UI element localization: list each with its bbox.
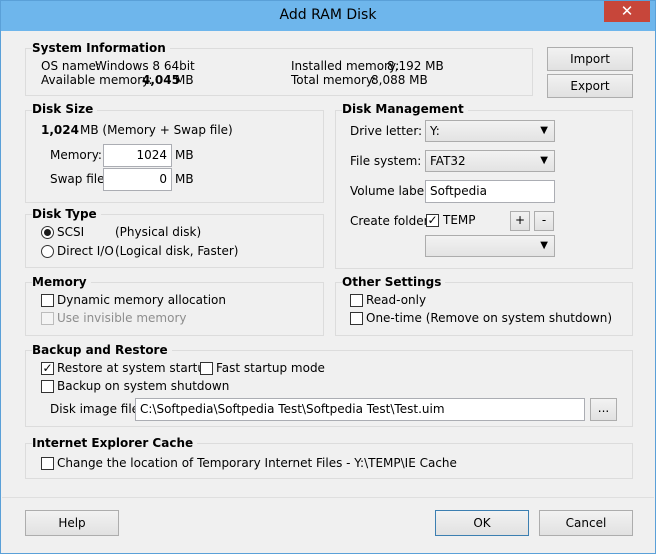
disk-type-title: Disk Type [32, 207, 101, 221]
volume-label-label: Volume label: [350, 184, 432, 198]
scsi-radio-label: SCSI [57, 225, 85, 239]
help-button[interactable]: Help [25, 510, 119, 536]
invisible-memory-label: Use invisible memory [57, 311, 187, 325]
backup-shutdown-label: Backup on system shutdown [57, 379, 230, 393]
drive-letter-value: Y: [430, 124, 440, 138]
direct-io-radio-label: Direct I/O [57, 244, 114, 258]
folder-select[interactable]: ▼ [425, 235, 555, 257]
ie-cache-checkbox[interactable] [41, 457, 54, 470]
available-memory-unit: MB [175, 73, 194, 87]
swap-file-label: Swap file: [50, 172, 109, 186]
dynamic-memory-label: Dynamic memory allocation [57, 293, 226, 307]
cancel-button[interactable]: Cancel [539, 510, 633, 536]
dynamic-memory-checkbox[interactable] [41, 294, 54, 307]
drive-letter-label: Drive letter: [350, 124, 423, 138]
ie-cache-label: Change the location of Temporary Interne… [57, 456, 457, 470]
remove-folder-button[interactable]: - [534, 211, 554, 231]
add-ram-disk-dialog: Add RAM Disk ✕ System Information OS nam… [0, 0, 656, 554]
chevron-down-icon: ▼ [540, 155, 548, 166]
other-settings-group [335, 282, 633, 336]
import-button[interactable]: Import [547, 47, 633, 71]
file-system-select[interactable]: FAT32 ▼ [425, 150, 555, 172]
close-button[interactable]: ✕ [604, 1, 650, 22]
swap-file-input[interactable]: 0 [103, 168, 172, 191]
memory-size-unit: MB [175, 148, 194, 162]
installed-memory-label: Installed memory: [291, 59, 400, 73]
backup-shutdown-checkbox[interactable] [41, 380, 54, 393]
installed-memory-value: 8,192 MB [387, 59, 444, 73]
os-name-label: OS name: [41, 59, 100, 73]
ie-cache-title: Internet Explorer Cache [32, 436, 198, 450]
scsi-radio-description: (Physical disk) [115, 225, 202, 239]
drive-letter-select[interactable]: Y: ▼ [425, 120, 555, 142]
other-settings-title: Other Settings [342, 275, 446, 289]
check-icon: ✓ [42, 361, 53, 375]
browse-button[interactable]: ... [590, 398, 617, 421]
close-icon: ✕ [620, 2, 634, 20]
direct-io-radio-description: (Logical disk, Faster) [115, 244, 239, 258]
disk-size-title: Disk Size [32, 102, 98, 116]
memory-size-input[interactable]: 1024 [103, 144, 172, 167]
title-bar: Add RAM Disk ✕ [1, 1, 655, 31]
read-only-label: Read-only [366, 293, 427, 307]
total-memory-label: Total memory: [291, 73, 377, 87]
backup-restore-title: Backup and Restore [32, 343, 172, 357]
window-title: Add RAM Disk [279, 7, 377, 23]
read-only-checkbox[interactable] [350, 294, 363, 307]
invisible-memory-checkbox[interactable] [41, 312, 54, 325]
available-memory-label: Available memory: [41, 73, 153, 87]
one-time-checkbox[interactable] [350, 312, 363, 325]
os-name-value: Windows 8 64bit [95, 59, 195, 73]
restore-startup-checkbox[interactable]: ✓ [41, 362, 54, 375]
check-icon: ✓ [427, 213, 438, 227]
create-folder-label: Create folder: [350, 214, 433, 228]
fast-startup-checkbox[interactable] [200, 362, 213, 375]
chevron-down-icon: ▼ [540, 125, 548, 136]
radio-selected-dot [44, 229, 51, 236]
ok-button[interactable]: OK [435, 510, 529, 536]
disk-image-input[interactable]: C:\Softpedia\Softpedia Test\Softpedia Te… [135, 398, 585, 421]
total-memory-value: 8,088 MB [371, 73, 428, 87]
export-button[interactable]: Export [547, 74, 633, 98]
memory-group [25, 282, 324, 336]
swap-file-unit: MB [175, 172, 194, 186]
file-system-value: FAT32 [430, 154, 466, 168]
file-system-label: File system: [350, 154, 422, 168]
fast-startup-label: Fast startup mode [216, 361, 325, 375]
create-folder-name: TEMP [443, 213, 476, 227]
direct-io-radio[interactable] [41, 245, 54, 258]
volume-label-input[interactable]: Softpedia [425, 180, 555, 203]
chevron-down-icon: ▼ [540, 240, 548, 251]
add-folder-button[interactable]: + [510, 211, 530, 231]
restore-startup-label: Restore at system startup [57, 361, 213, 375]
disk-size-total-value: 1,024 [41, 123, 79, 137]
memory-title: Memory [32, 275, 91, 289]
disk-management-title: Disk Management [342, 102, 468, 116]
system-information-title: System Information [32, 41, 170, 55]
one-time-label: One-time (Remove on system shutdown) [366, 311, 613, 325]
memory-size-label: Memory: [50, 148, 102, 162]
create-folder-checkbox[interactable]: ✓ [426, 214, 439, 227]
disk-type-group [25, 214, 324, 268]
disk-image-label: Disk image file: [50, 402, 144, 416]
disk-size-total-suffix: MB (Memory + Swap file) [80, 123, 233, 137]
scsi-radio[interactable] [41, 226, 54, 239]
